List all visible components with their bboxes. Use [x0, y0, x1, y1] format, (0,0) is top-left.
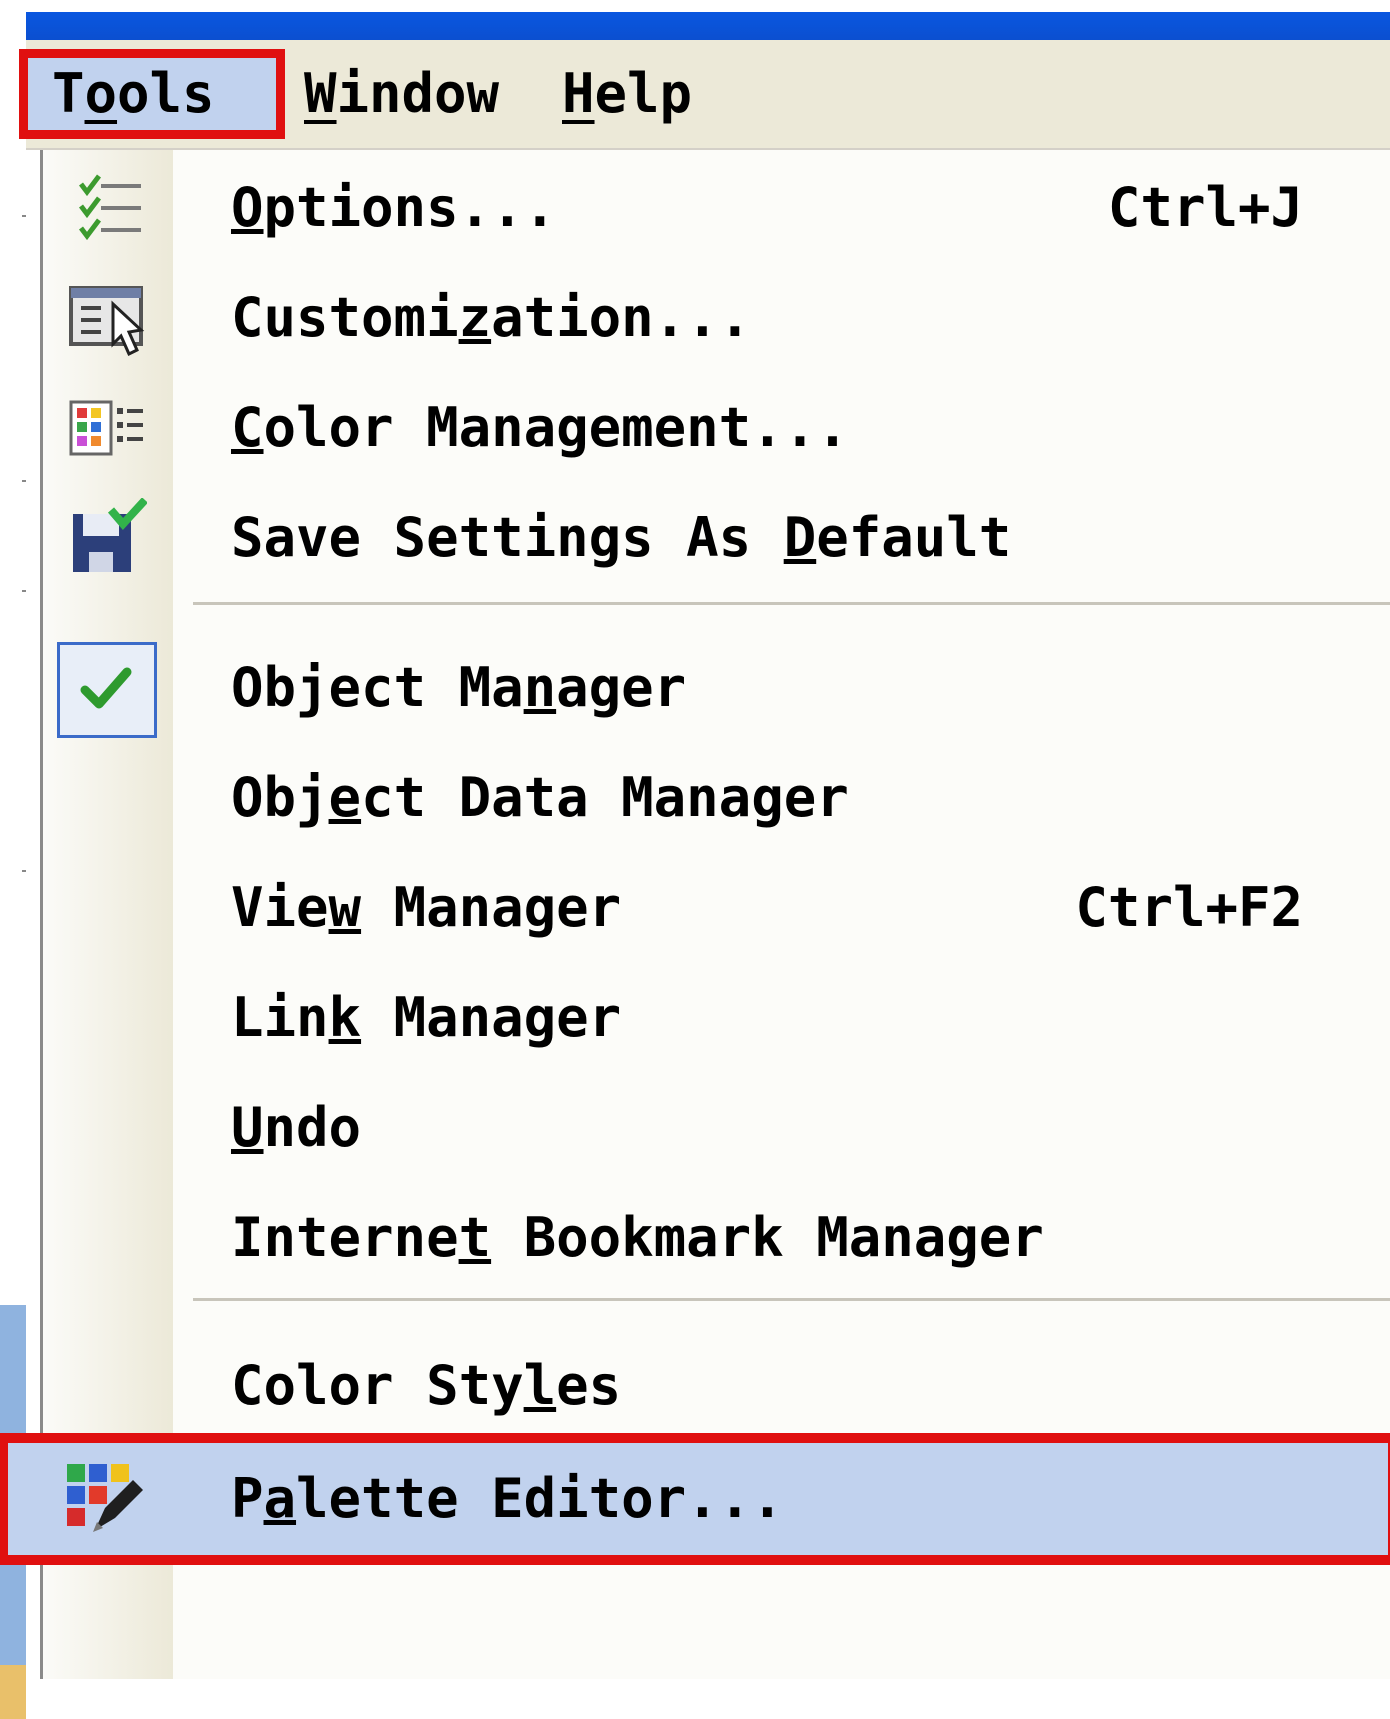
menu-item-save-settings-label: Save Settings As Default [231, 506, 1012, 569]
menu-item-link-manager-label: Link Manager [231, 986, 622, 1049]
menu-separator [193, 602, 1390, 605]
menu-item-view-manager[interactable]: View Manager Ctrl+F2 [43, 850, 1390, 966]
menu-tools[interactable]: Tools [19, 49, 285, 139]
menu-item-object-manager[interactable]: Object Manager [43, 630, 1390, 746]
tools-dropdown-menu: Options... Ctrl+J Customization... Color… [0, 150, 1390, 1679]
menu-tools-label-post: ols [117, 62, 215, 125]
background-window-edge [0, 40, 26, 1719]
save-settings-icon [73, 498, 147, 572]
color-management-icon [69, 400, 143, 456]
menu-item-internet-bookmark-manager-label: Internet Bookmark Manager [231, 1206, 1044, 1269]
menu-item-object-data-manager[interactable]: Object Data Manager [43, 740, 1390, 856]
menu-item-object-data-manager-label: Object Data Manager [231, 766, 849, 829]
menu-item-customization[interactable]: Customization... [43, 260, 1390, 376]
menu-item-undo[interactable]: Undo [43, 1070, 1390, 1186]
menu-item-options-shortcut: Ctrl+J [1107, 176, 1303, 239]
menu-item-color-styles[interactable]: Color Styles [43, 1328, 1390, 1444]
menu-separator [193, 1298, 1390, 1301]
menu-help-label-post: elp [594, 62, 693, 125]
menu-tools-mnemonic: o [84, 62, 118, 125]
menu-tools-label-pre: T [52, 62, 85, 125]
menu-item-palette-editor-label: Palette Editor... [231, 1467, 784, 1530]
menu-item-options[interactable]: Options... Ctrl+J [43, 150, 1390, 266]
menu-item-internet-bookmark-manager[interactable]: Internet Bookmark Manager [43, 1180, 1390, 1296]
menu-item-palette-editor[interactable]: Palette Editor... [0, 1433, 1390, 1565]
menu-window-mnemonic: W [304, 62, 337, 125]
menu-item-view-manager-label: View Manager [231, 876, 622, 939]
menu-item-color-management-label: Color Management... [231, 396, 849, 459]
menu-item-color-styles-label: Color Styles [231, 1354, 622, 1417]
menu-item-view-manager-shortcut: Ctrl+F2 [1075, 876, 1303, 939]
checkmark-icon [80, 667, 132, 709]
menu-item-save-settings-as-default[interactable]: Save Settings As Default [43, 480, 1390, 596]
menu-window-label-post: indow [336, 62, 500, 125]
menu-window[interactable]: Window [278, 56, 525, 132]
menu-item-link-manager[interactable]: Link Manager [43, 960, 1390, 1076]
menu-help-mnemonic: H [562, 62, 595, 125]
window-titlebar [26, 12, 1390, 40]
menu-bar: Tools Window Help [19, 40, 1390, 150]
menu-item-color-management[interactable]: Color Management... [43, 370, 1390, 486]
menu-help[interactable]: Help [536, 56, 718, 132]
menu-item-customization-label: Customization... [231, 286, 752, 349]
menu-item-object-manager-label: Object Manager [231, 656, 687, 719]
palette-editor-icon [67, 1464, 143, 1532]
customization-icon [69, 286, 145, 357]
menu-item-options-label: Options... [231, 176, 557, 239]
menu-item-undo-label: Undo [231, 1096, 362, 1159]
options-checklist-icon [79, 174, 141, 241]
